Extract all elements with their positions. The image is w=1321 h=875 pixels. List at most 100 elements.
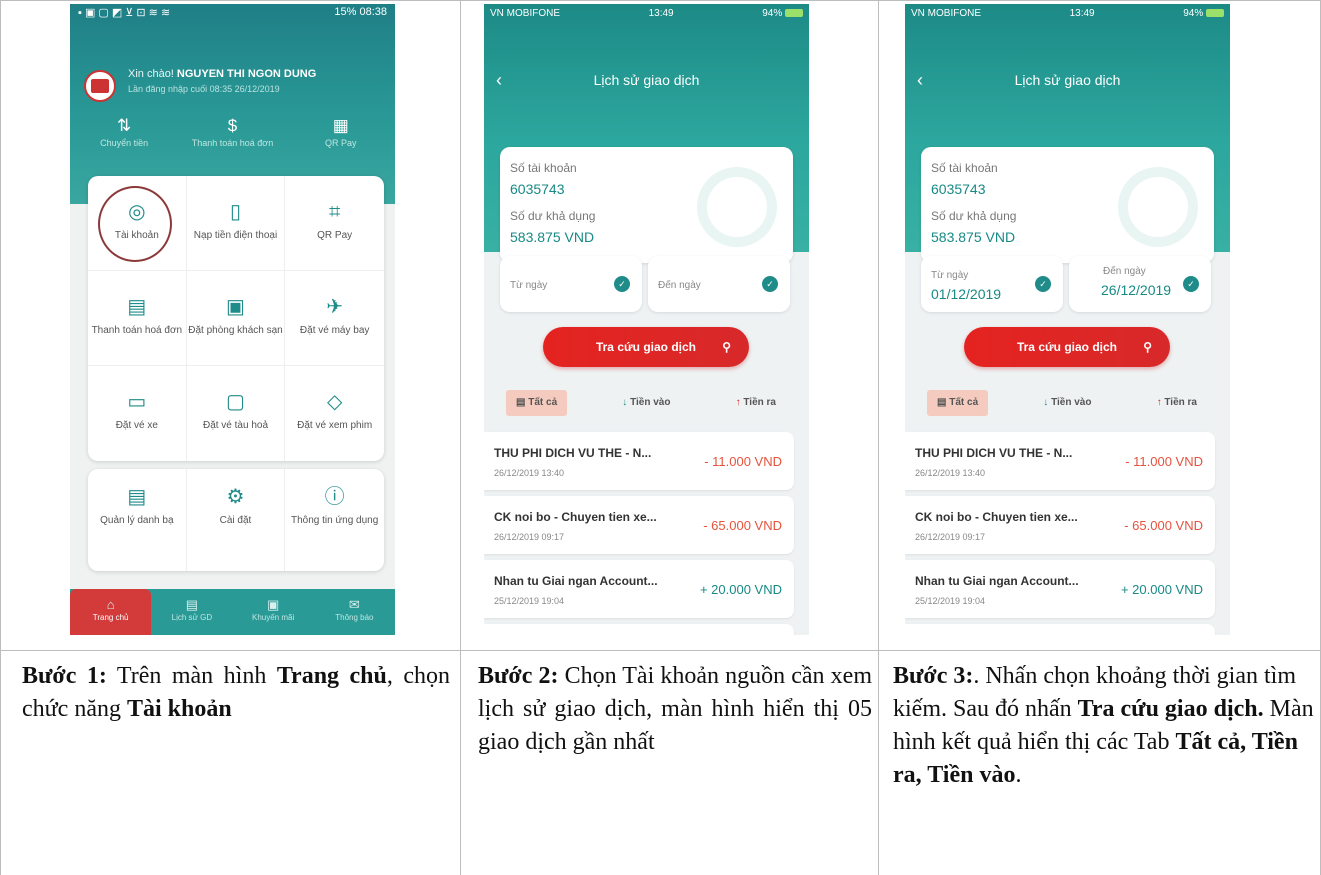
menu-item-settings[interactable]: ⚙ Cài đặt [187,469,286,571]
balance-value: 583.875 VND [931,229,1016,245]
menu-item-bill[interactable]: ▤ Thanh toán hoá đơn [88,271,187,366]
from-date-label: Từ ngày [931,270,969,281]
table-border-top [0,0,1321,1]
tab-all[interactable]: ▤ Tất cả [506,390,568,416]
home-screen: ▪ ▣ ▢ ◩ ⊻ ⊡ ≋ ≋ 15% 08:38 Xin chào! NGUY… [70,4,395,635]
transaction-row[interactable]: CK noi bo - Chuyen tien xe... 26/12/2019… [484,496,794,554]
to-date-picker[interactable]: Đến ngày 26/12/2019 ✓ [1069,256,1211,312]
ticket-icon: ◇ [326,391,343,413]
status-bar: VN MOBIFONE 13:49 94% [490,8,803,24]
from-date-picker[interactable]: Từ ngày ✓ [500,256,642,312]
menu-item-topup[interactable]: ▯ Nạp tiền điện thoại [186,176,286,271]
account-number: 6035743 [510,181,565,197]
quick-transfer[interactable]: ⇅ Chuyển tiền [79,116,169,148]
quick-actions: ⇅ Chuyển tiền $ Thanh toán hoá đơn ▦ QR Pay [70,116,395,148]
transaction-row[interactable]: Nhan tu Giai ngan Account... 25/12/2019 … [905,560,1215,618]
transaction-row[interactable] [484,624,794,635]
chevron-down-icon: ✓ [1183,276,1199,292]
bottom-tab-bar: ⌂ Trang chủ ▤ Lịch sử GD ▣ Khuyến mãi ✉ Thôn… [70,589,395,635]
history-screen-step3: VN MOBIFONE 13:49 94% ‹ Lịch sử giao dịc… [905,4,1230,635]
search-icon: ⚲ [722,340,731,354]
menu-item-app-info[interactable]: ⓘ Thông tin ứng dụng [285,469,384,571]
table-border-left [0,0,1,875]
transaction-row[interactable] [905,624,1215,635]
chevron-down-icon: ✓ [762,276,778,292]
promo-icon: ▣ [266,597,280,612]
battery: 94% [762,8,803,24]
balance-label: Số dư khả dụng [931,209,1017,223]
from-date-picker[interactable]: Từ ngày 01/12/2019 ✓ [921,256,1063,312]
tab-money-out[interactable]: ↑ Tiền ra [726,390,786,416]
list-icon: ▤ [516,397,529,408]
tab-notifications[interactable]: ✉ Thông báo [314,589,395,635]
tab-home[interactable]: ⌂ Trang chủ [70,589,152,635]
menu-item-movie[interactable]: ◇ Đặt vé xem phim [285,366,384,461]
to-date-label: Đến ngày [1103,266,1146,277]
balance-label: Số dư khả dụng [510,209,596,223]
account-number: 6035743 [931,181,986,197]
to-date-value: 26/12/2019 [1101,282,1172,298]
quick-bill[interactable]: $ Thanh toán hoá đơn [187,116,277,148]
clock: 13:49 [648,8,674,19]
settings-icon: ⚙ [226,486,245,508]
tab-history[interactable]: ▤ Lịch sử GD [151,589,232,635]
menu-item-hotel[interactable]: ▣ Đặt phòng khách sạn [186,271,286,366]
table-border-col2 [878,0,879,875]
main-menu: ◎ Tài khoản ▯ Nạp tiền điện thoại ⌗ QR Pay … [88,176,384,461]
quick-qr[interactable]: ▦ QR Pay [296,116,386,148]
bill-icon: $ [227,116,238,135]
arrow-down-icon: ↓ [1043,397,1052,408]
menu-item-flight[interactable]: ✈ Đặt vé máy bay [285,271,384,366]
search-transactions-button[interactable]: Tra cứu giao dịch ⚲ [543,327,749,367]
to-date-picker[interactable]: Đến ngày ✓ [648,256,790,312]
battery: 94% [1183,8,1224,24]
to-date-label: Đến ngày [658,280,701,291]
hotel-icon: ▣ [226,296,245,318]
transfer-icon: ⇅ [117,116,132,135]
status-bar: ▪ ▣ ▢ ◩ ⊻ ⊡ ≋ ≋ 15% 08:38 [78,6,387,24]
bus-icon: ▭ [127,391,147,413]
highlight-circle [98,186,172,262]
transaction-row[interactable]: THU PHI DICH VU THE - N... 26/12/2019 13… [484,432,794,490]
menu-item-account[interactable]: ◎ Tài khoản [88,176,187,271]
clock-icon [1118,167,1198,247]
home-icon: ⌂ [106,597,115,612]
phone-topup-icon: ▯ [229,201,241,223]
chevron-down-icon: ✓ [614,276,630,292]
menu-item-bus[interactable]: ▭ Đặt vé xe [88,366,187,461]
menu-item-contacts[interactable]: ▤ Quản lý danh bạ [88,469,187,571]
account-card[interactable]: Số tài khoản 6035743 Số dư khả dụng 583.… [921,147,1214,263]
page-title: Lịch sử giao dịch [593,72,700,88]
contacts-icon: ▤ [127,486,147,508]
greeting: Xin chào! NGUYEN THI NGON DUNG [128,68,317,80]
tab-money-in[interactable]: ↓ Tiền vào [612,390,680,416]
status-left: ▪ ▣ ▢ ◩ ⊻ ⊡ ≋ ≋ [78,7,171,19]
transaction-tabs: ▤ Tất cả ↓ Tiền vào ↑ Tiền ra [506,390,786,416]
train-icon: ▢ [226,391,245,413]
mail-icon: ✉ [348,597,360,612]
account-card[interactable]: Số tài khoản 6035743 Số dư khả dụng 583.… [500,147,793,263]
search-icon: ⚲ [1143,340,1152,354]
caption-step1: Bước 1: Trên màn hình Trang chủ, chọn ch… [22,663,451,722]
menu-item-train[interactable]: ▢ Đặt vé tàu hoả [187,366,286,461]
tab-money-in[interactable]: ↓ Tiền vào [1033,390,1101,416]
carrier: VN MOBIFONE [911,8,982,19]
tab-promo[interactable]: ▣ Khuyến mãi [233,589,314,635]
search-transactions-button[interactable]: Tra cứu giao dịch ⚲ [964,327,1170,367]
transaction-row[interactable]: Nhan tu Giai ngan Account... 25/12/2019 … [484,560,794,618]
page-title: Lịch sử giao dịch [1014,72,1121,88]
bank-logo [84,70,116,102]
from-date-label: Từ ngày [510,280,548,291]
arrow-down-icon: ↓ [622,397,631,408]
tab-all[interactable]: ▤ Tất cả [927,390,989,416]
menu-item-qr[interactable]: ⌗ QR Pay [285,176,384,271]
status-bar: VN MOBIFONE 13:49 94% [911,8,1224,24]
transaction-row[interactable]: THU PHI DICH VU THE - N... 26/12/2019 13… [905,432,1215,490]
table-border-col1 [460,0,461,875]
tab-money-out[interactable]: ↑ Tiền ra [1147,390,1207,416]
last-login: Lần đăng nhập cuối 08:35 26/12/2019 [128,84,280,94]
plane-icon: ✈ [326,296,344,318]
clock: 13:49 [1069,8,1095,19]
invoice-icon: ▤ [127,296,147,318]
transaction-row[interactable]: CK noi bo - Chuyen tien xe... 26/12/2019… [905,496,1215,554]
